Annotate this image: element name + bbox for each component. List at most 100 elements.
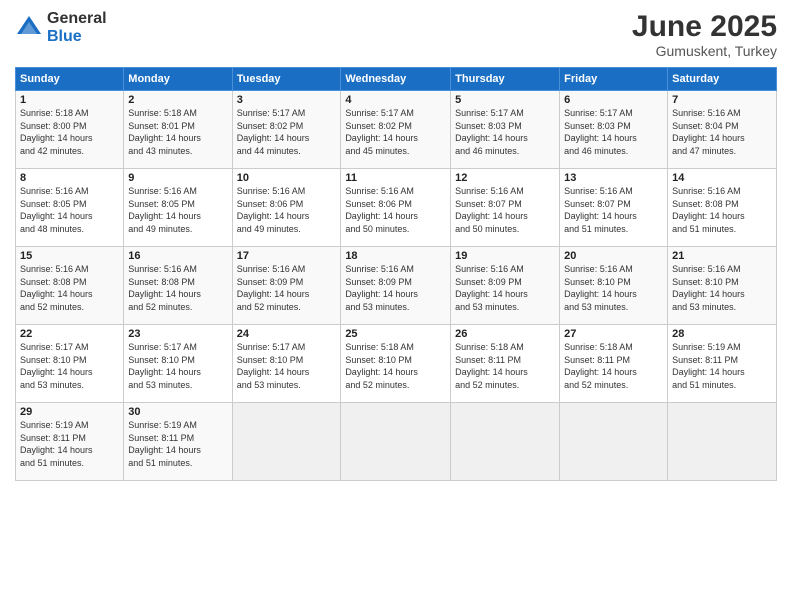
day-info: Sunrise: 5:17 AM Sunset: 8:02 PM Dayligh… [345, 107, 446, 157]
day-info: Sunrise: 5:16 AM Sunset: 8:07 PM Dayligh… [455, 185, 555, 235]
calendar-cell: 27Sunrise: 5:18 AM Sunset: 8:11 PM Dayli… [560, 325, 668, 403]
calendar-cell: 3Sunrise: 5:17 AM Sunset: 8:02 PM Daylig… [232, 91, 341, 169]
calendar-cell: 11Sunrise: 5:16 AM Sunset: 8:06 PM Dayli… [341, 169, 451, 247]
day-info: Sunrise: 5:17 AM Sunset: 8:02 PM Dayligh… [237, 107, 337, 157]
day-number: 10 [237, 172, 337, 184]
day-number: 18 [345, 250, 446, 262]
calendar-cell: 4Sunrise: 5:17 AM Sunset: 8:02 PM Daylig… [341, 91, 451, 169]
day-number: 1 [20, 94, 119, 106]
day-info: Sunrise: 5:18 AM Sunset: 8:00 PM Dayligh… [20, 107, 119, 157]
calendar-cell: 9Sunrise: 5:16 AM Sunset: 8:05 PM Daylig… [124, 169, 232, 247]
calendar-cell: 5Sunrise: 5:17 AM Sunset: 8:03 PM Daylig… [451, 91, 560, 169]
calendar-cell: 23Sunrise: 5:17 AM Sunset: 8:10 PM Dayli… [124, 325, 232, 403]
calendar-cell [451, 403, 560, 481]
day-number: 27 [564, 328, 663, 340]
day-info: Sunrise: 5:18 AM Sunset: 8:11 PM Dayligh… [564, 341, 663, 391]
day-info: Sunrise: 5:17 AM Sunset: 8:03 PM Dayligh… [564, 107, 663, 157]
weekday-header: Wednesday [341, 68, 451, 91]
day-info: Sunrise: 5:17 AM Sunset: 8:10 PM Dayligh… [20, 341, 119, 391]
calendar-cell: 8Sunrise: 5:16 AM Sunset: 8:05 PM Daylig… [16, 169, 124, 247]
header: General Blue June 2025 Gumuskent, Turkey [15, 10, 777, 59]
day-number: 19 [455, 250, 555, 262]
logo-general-text: General [47, 10, 107, 28]
calendar-cell: 21Sunrise: 5:16 AM Sunset: 8:10 PM Dayli… [668, 247, 777, 325]
day-number: 9 [128, 172, 227, 184]
day-info: Sunrise: 5:19 AM Sunset: 8:11 PM Dayligh… [128, 419, 227, 469]
title-block: June 2025 Gumuskent, Turkey [632, 10, 777, 59]
calendar-cell: 12Sunrise: 5:16 AM Sunset: 8:07 PM Dayli… [451, 169, 560, 247]
calendar-cell [668, 403, 777, 481]
day-number: 16 [128, 250, 227, 262]
day-info: Sunrise: 5:16 AM Sunset: 8:06 PM Dayligh… [345, 185, 446, 235]
calendar-cell: 19Sunrise: 5:16 AM Sunset: 8:09 PM Dayli… [451, 247, 560, 325]
calendar-cell [341, 403, 451, 481]
day-info: Sunrise: 5:18 AM Sunset: 8:10 PM Dayligh… [345, 341, 446, 391]
day-number: 8 [20, 172, 119, 184]
day-info: Sunrise: 5:17 AM Sunset: 8:03 PM Dayligh… [455, 107, 555, 157]
day-info: Sunrise: 5:17 AM Sunset: 8:10 PM Dayligh… [128, 341, 227, 391]
location: Gumuskent, Turkey [632, 43, 777, 59]
day-info: Sunrise: 5:16 AM Sunset: 8:07 PM Dayligh… [564, 185, 663, 235]
day-number: 7 [672, 94, 772, 106]
day-number: 28 [672, 328, 772, 340]
day-number: 30 [128, 406, 227, 418]
calendar-table: SundayMondayTuesdayWednesdayThursdayFrid… [15, 67, 777, 481]
day-number: 23 [128, 328, 227, 340]
day-number: 25 [345, 328, 446, 340]
day-info: Sunrise: 5:19 AM Sunset: 8:11 PM Dayligh… [20, 419, 119, 469]
calendar-cell: 2Sunrise: 5:18 AM Sunset: 8:01 PM Daylig… [124, 91, 232, 169]
calendar-cell: 16Sunrise: 5:16 AM Sunset: 8:08 PM Dayli… [124, 247, 232, 325]
calendar-cell: 29Sunrise: 5:19 AM Sunset: 8:11 PM Dayli… [16, 403, 124, 481]
day-info: Sunrise: 5:16 AM Sunset: 8:10 PM Dayligh… [564, 263, 663, 313]
calendar-cell: 14Sunrise: 5:16 AM Sunset: 8:08 PM Dayli… [668, 169, 777, 247]
calendar-cell: 26Sunrise: 5:18 AM Sunset: 8:11 PM Dayli… [451, 325, 560, 403]
day-info: Sunrise: 5:16 AM Sunset: 8:04 PM Dayligh… [672, 107, 772, 157]
day-number: 6 [564, 94, 663, 106]
day-info: Sunrise: 5:16 AM Sunset: 8:08 PM Dayligh… [672, 185, 772, 235]
weekday-header: Tuesday [232, 68, 341, 91]
day-info: Sunrise: 5:16 AM Sunset: 8:09 PM Dayligh… [237, 263, 337, 313]
day-number: 17 [237, 250, 337, 262]
calendar-cell: 10Sunrise: 5:16 AM Sunset: 8:06 PM Dayli… [232, 169, 341, 247]
day-info: Sunrise: 5:16 AM Sunset: 8:09 PM Dayligh… [345, 263, 446, 313]
calendar-cell: 13Sunrise: 5:16 AM Sunset: 8:07 PM Dayli… [560, 169, 668, 247]
calendar-cell: 28Sunrise: 5:19 AM Sunset: 8:11 PM Dayli… [668, 325, 777, 403]
weekday-header: Monday [124, 68, 232, 91]
calendar-cell: 15Sunrise: 5:16 AM Sunset: 8:08 PM Dayli… [16, 247, 124, 325]
calendar-cell: 1Sunrise: 5:18 AM Sunset: 8:00 PM Daylig… [16, 91, 124, 169]
logo: General Blue [15, 10, 107, 45]
day-number: 4 [345, 94, 446, 106]
day-number: 26 [455, 328, 555, 340]
day-info: Sunrise: 5:16 AM Sunset: 8:10 PM Dayligh… [672, 263, 772, 313]
day-number: 22 [20, 328, 119, 340]
calendar-cell: 20Sunrise: 5:16 AM Sunset: 8:10 PM Dayli… [560, 247, 668, 325]
day-info: Sunrise: 5:18 AM Sunset: 8:01 PM Dayligh… [128, 107, 227, 157]
calendar-cell: 7Sunrise: 5:16 AM Sunset: 8:04 PM Daylig… [668, 91, 777, 169]
calendar-cell: 22Sunrise: 5:17 AM Sunset: 8:10 PM Dayli… [16, 325, 124, 403]
weekday-header: Saturday [668, 68, 777, 91]
calendar-cell: 25Sunrise: 5:18 AM Sunset: 8:10 PM Dayli… [341, 325, 451, 403]
day-number: 11 [345, 172, 446, 184]
day-number: 3 [237, 94, 337, 106]
day-number: 12 [455, 172, 555, 184]
month-title: June 2025 [632, 10, 777, 43]
day-number: 29 [20, 406, 119, 418]
day-info: Sunrise: 5:16 AM Sunset: 8:08 PM Dayligh… [128, 263, 227, 313]
day-number: 14 [672, 172, 772, 184]
weekday-header: Thursday [451, 68, 560, 91]
day-info: Sunrise: 5:17 AM Sunset: 8:10 PM Dayligh… [237, 341, 337, 391]
day-number: 24 [237, 328, 337, 340]
day-info: Sunrise: 5:19 AM Sunset: 8:11 PM Dayligh… [672, 341, 772, 391]
day-info: Sunrise: 5:16 AM Sunset: 8:08 PM Dayligh… [20, 263, 119, 313]
logo-blue-text: Blue [47, 28, 107, 46]
weekday-header: Sunday [16, 68, 124, 91]
day-number: 13 [564, 172, 663, 184]
day-number: 20 [564, 250, 663, 262]
day-info: Sunrise: 5:16 AM Sunset: 8:05 PM Dayligh… [20, 185, 119, 235]
day-info: Sunrise: 5:16 AM Sunset: 8:06 PM Dayligh… [237, 185, 337, 235]
calendar-cell: 24Sunrise: 5:17 AM Sunset: 8:10 PM Dayli… [232, 325, 341, 403]
weekday-header: Friday [560, 68, 668, 91]
day-number: 5 [455, 94, 555, 106]
day-info: Sunrise: 5:16 AM Sunset: 8:09 PM Dayligh… [455, 263, 555, 313]
day-number: 15 [20, 250, 119, 262]
